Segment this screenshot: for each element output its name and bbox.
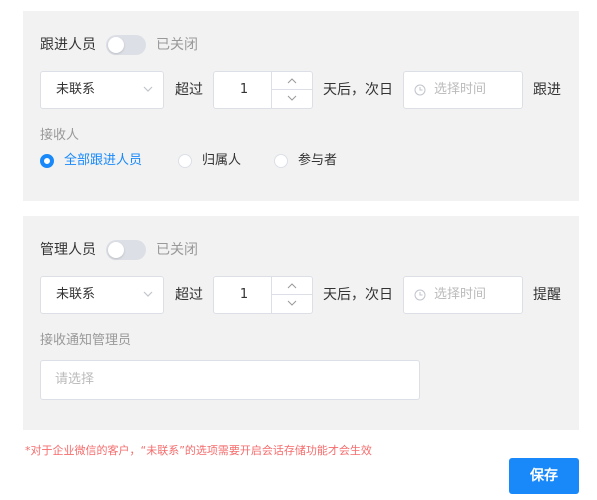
notify-managers-label: 接收通知管理员 [40,333,132,348]
chevron-down-icon [142,288,154,304]
receivers-label: 接收人 [40,128,80,143]
followup-panel: 跟进人员 已关闭 未联系 超过 1 天后，次日 选择时间 跟进 接收人 全部跟进… [23,11,579,201]
select-value: 未联系 [56,82,96,97]
manager-panel: 管理人员 已关闭 未联系 超过 1 天后，次日 选择时间 提醒 接收通知管理员 … [23,216,579,430]
chevron-down-icon [287,95,297,101]
decrease-button[interactable] [272,90,312,108]
toggle-knob [108,37,124,53]
followup-days-stepper[interactable]: 1 [213,71,313,109]
followup-toggle[interactable] [106,35,146,55]
followup-label: 跟进人员 [40,37,96,53]
radio-label: 归属人 [202,153,242,168]
followup-status-select[interactable]: 未联系 [40,71,164,109]
days-value: 1 [239,287,249,302]
chevron-up-icon [287,283,297,289]
stepper-buttons [271,72,312,108]
manager-toggle[interactable] [106,240,146,260]
manager-time-picker[interactable]: 选择时间 [403,276,523,314]
radio-dot [40,154,54,168]
followup-action-label: 跟进 [533,82,561,98]
note-text: *对于企业微信的客户，“未联系”的选项需要开启会话存储功能才会生效 [25,444,372,457]
days-suffix: 天后，次日 [323,287,393,303]
time-placeholder: 选择时间 [434,82,487,97]
manager-status-select[interactable]: 未联系 [40,276,164,314]
save-button[interactable]: 保存 [509,458,579,494]
manager-toggle-state: 已关闭 [156,242,198,258]
select-placeholder: 请选择 [55,372,95,387]
followup-toggle-state: 已关闭 [156,37,198,53]
stepper-buttons [271,277,312,313]
days-suffix: 天后，次日 [323,82,393,98]
radio-label: 参与者 [298,153,338,168]
time-placeholder: 选择时间 [434,287,487,302]
select-value: 未联系 [56,287,96,302]
followup-time-picker[interactable]: 选择时间 [403,71,523,109]
chevron-up-icon [287,78,297,84]
notify-managers-select[interactable]: 请选择 [40,360,420,400]
increase-button[interactable] [272,72,312,90]
manager-label: 管理人员 [40,242,96,258]
exceed-label: 超过 [175,82,203,98]
radio-dot [178,154,192,168]
exceed-label: 超过 [175,287,203,303]
chevron-down-icon [142,83,154,99]
manager-action-label: 提醒 [533,287,561,303]
toggle-knob [108,242,124,258]
clock-icon [414,289,426,305]
radio-dot [274,154,288,168]
chevron-down-icon [287,300,297,306]
days-value: 1 [239,82,249,97]
decrease-button[interactable] [272,295,312,313]
increase-button[interactable] [272,277,312,295]
clock-icon [414,84,426,100]
manager-days-stepper[interactable]: 1 [213,276,313,314]
radio-label: 全部跟进人员 [64,153,143,168]
